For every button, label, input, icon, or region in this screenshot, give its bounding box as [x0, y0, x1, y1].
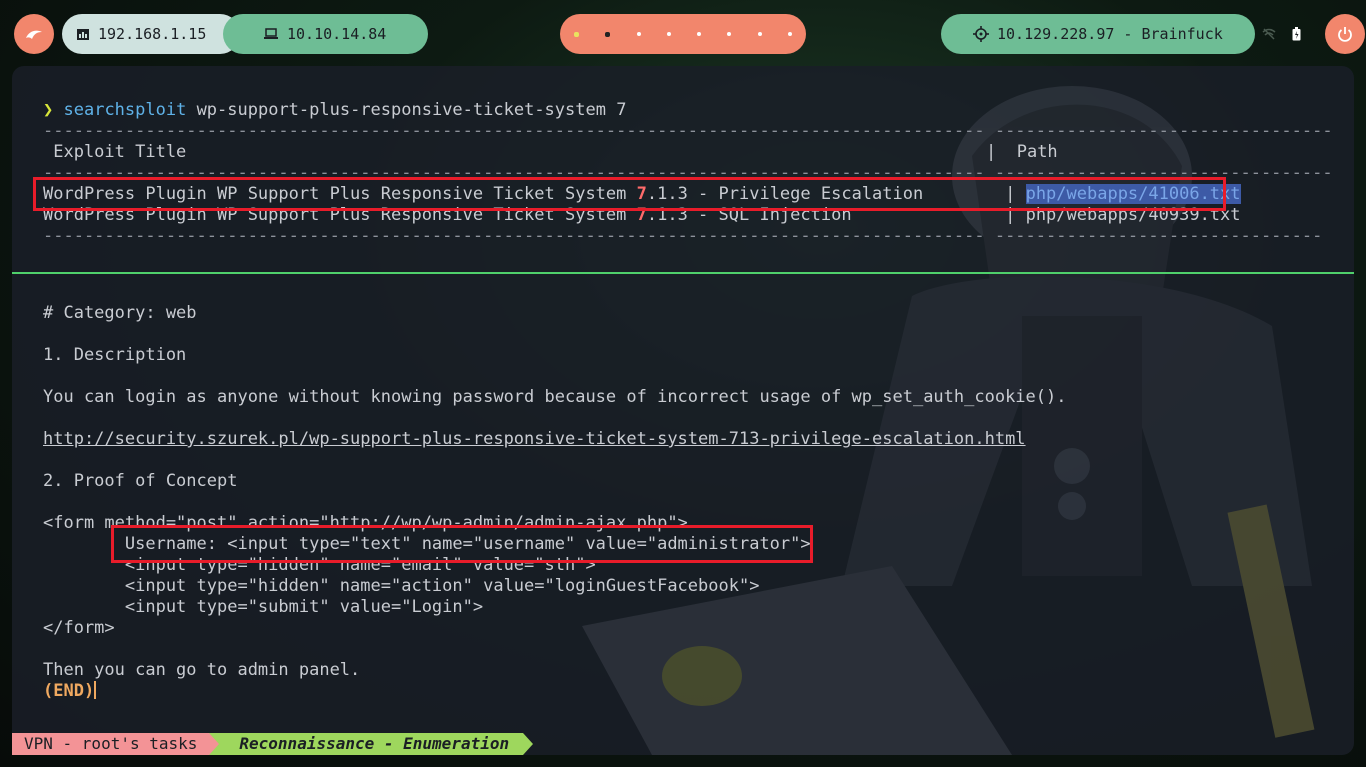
workspace-dot[interactable] [697, 32, 702, 36]
app-menu-button[interactable] [14, 14, 54, 54]
battery-icon[interactable] [1292, 27, 1301, 41]
poc-form-action: <input type="hidden" name="action" value… [43, 576, 760, 596]
linux-logo-icon [26, 30, 42, 39]
highlight-box-username [111, 525, 813, 563]
target-widget: 10.129.228.97 - Brainfuck [941, 14, 1255, 54]
vpn-ip-text: 10.10.14.84 [287, 25, 387, 43]
poc-form-close: </form> [43, 618, 115, 638]
highlight-box-exploit [33, 177, 1226, 211]
table-border-top: ----------------------------------------… [43, 121, 1333, 141]
workspace-dot[interactable] [757, 32, 762, 36]
workspace-dot[interactable] [787, 32, 792, 36]
workspace-dot[interactable] [666, 32, 671, 36]
header-path-col: | Path [986, 142, 1058, 162]
wifi-off-icon[interactable] [1262, 28, 1276, 40]
pane-divider [12, 272, 1354, 274]
workspace-dot-current[interactable] [605, 31, 611, 37]
doc-description: You can login as anyone without knowing … [43, 387, 1067, 407]
crosshair-icon [973, 26, 989, 42]
powerline-end-icon [523, 733, 534, 755]
command-args: wp-support-plus-responsive-ticket-system… [186, 100, 627, 120]
session-name[interactable]: VPN - root's tasks [12, 733, 210, 755]
doc-section-description: 1. Description [43, 345, 187, 365]
window-name[interactable]: Reconnaissance - Enumeration [219, 733, 524, 755]
doc-category: # Category: web [43, 303, 197, 323]
command-name: searchsploit [63, 100, 187, 120]
end-label: (END) [43, 681, 95, 701]
pager-end-marker: (END) [43, 681, 97, 701]
table-header: Exploit Title [43, 142, 186, 162]
doc-section-poc: 2. Proof of Concept [43, 471, 238, 491]
table-border-bottom: ----------------------------------------… [43, 226, 1323, 246]
power-button[interactable] [1325, 14, 1365, 54]
powerline-separator-icon [209, 733, 220, 755]
tmux-status-bar: VPN - root's tasks Reconnaissance - Enum… [12, 733, 534, 755]
system-tray [1262, 14, 1301, 54]
workspace-switcher[interactable] [560, 14, 806, 54]
prompt-arrow-icon: ❯ [43, 100, 54, 120]
target-text: 10.129.228.97 - Brainfuck [997, 25, 1223, 43]
header-separator: | [986, 142, 1007, 162]
terminal-window[interactable]: ❯ searchsploit wp-support-plus-responsiv… [12, 66, 1354, 755]
doc-reference-link[interactable]: http://security.szurek.pl/wp-support-plu… [43, 429, 1026, 449]
laptop-icon [264, 28, 278, 39]
workspace-dot[interactable] [574, 31, 579, 37]
workspace-dot[interactable] [636, 32, 641, 36]
command-line: ❯ searchsploit wp-support-plus-responsiv… [43, 100, 626, 120]
text-cursor [94, 681, 97, 699]
doc-then: Then you can go to admin panel. [43, 660, 361, 680]
workspace-dot[interactable] [727, 32, 732, 36]
local-ip-widget: 192.168.1.15 [62, 14, 240, 54]
network-icon [77, 28, 89, 40]
header-exploit-title: Exploit Title [43, 142, 187, 162]
vpn-ip-widget: 10.10.14.84 [223, 14, 428, 54]
local-ip-text: 192.168.1.15 [98, 25, 207, 43]
power-icon [1338, 27, 1352, 42]
header-path: Path [1006, 142, 1058, 162]
poc-form-submit: <input type="submit" value="Login"> [43, 597, 484, 617]
